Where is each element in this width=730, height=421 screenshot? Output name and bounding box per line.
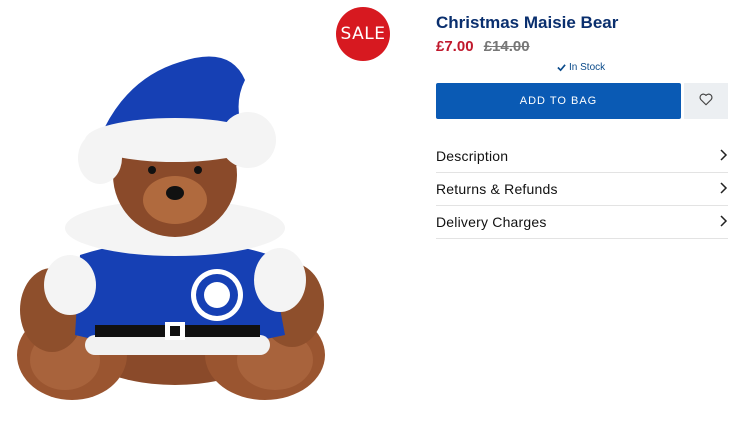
wishlist-button[interactable] (684, 83, 728, 119)
accordion-label: Returns & Refunds (436, 181, 558, 197)
add-to-bag-label: ADD TO BAG (519, 95, 598, 107)
accordion-label: Delivery Charges (436, 214, 547, 230)
heart-icon (699, 93, 713, 109)
sale-badge: SALE (336, 7, 390, 61)
product-image[interactable] (0, 0, 345, 421)
price: £7.00 £14.00 (436, 38, 530, 55)
product-accordion: Description Returns & Refunds Delivery C… (436, 140, 728, 239)
current-price: £7.00 (436, 38, 474, 55)
accordion-label: Description (436, 148, 509, 164)
chevron-right-icon (720, 148, 728, 164)
accordion-returns[interactable]: Returns & Refunds (436, 173, 728, 206)
chevron-right-icon (720, 214, 728, 230)
accordion-description[interactable]: Description (436, 140, 728, 173)
accordion-delivery[interactable]: Delivery Charges (436, 206, 728, 239)
sale-badge-label: SALE (340, 24, 386, 44)
product-title: Christmas Maisie Bear (436, 13, 619, 32)
stock-label: In Stock (569, 62, 606, 73)
add-to-bag-button[interactable]: ADD TO BAG (436, 83, 681, 119)
check-icon (557, 63, 566, 72)
original-price: £14.00 (483, 38, 530, 55)
chevron-right-icon (720, 181, 728, 197)
stock-status: In Stock (557, 62, 605, 73)
